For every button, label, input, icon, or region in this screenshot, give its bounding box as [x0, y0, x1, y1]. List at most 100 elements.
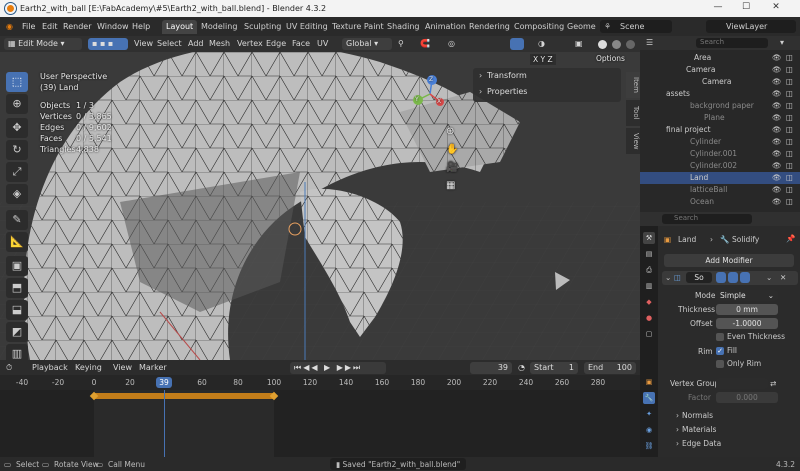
properties-search-input[interactable]: Search: [662, 214, 752, 224]
outliner-search-input[interactable]: Search: [696, 38, 768, 48]
gizmo-toggle-icon[interactable]: [510, 38, 524, 50]
frame-ruler[interactable]: -40-200204060801001201401601802002202402…: [0, 375, 640, 390]
cursor-tool[interactable]: ⊕: [6, 94, 28, 114]
modifier-panel-header[interactable]: ⌄ ◫ So ⌄ ✕: [662, 271, 798, 285]
render-camera-icon[interactable]: ◫: [786, 65, 793, 74]
outliner-row[interactable]: Ocean 👁 ◫: [640, 196, 800, 208]
close-button[interactable]: ✕: [768, 2, 784, 14]
visibility-eye-icon[interactable]: 👁: [772, 149, 782, 158]
visibility-eye-icon[interactable]: 👁: [772, 89, 782, 98]
menu-edit[interactable]: Edit: [42, 22, 58, 31]
view-layer-tab-icon[interactable]: ▥: [643, 280, 655, 292]
menu-file[interactable]: File: [22, 22, 35, 31]
menu-view[interactable]: View: [134, 39, 153, 48]
outliner-row[interactable]: latticeBall 👁 ◫: [640, 184, 800, 196]
outliner-row[interactable]: Cylinder.001 👁 ◫: [640, 148, 800, 160]
tab-uv-editing[interactable]: UV Editing: [282, 20, 332, 34]
tab-modeling[interactable]: Modeling: [197, 20, 241, 34]
pan-hand-icon[interactable]: ✋: [446, 144, 458, 155]
visibility-eye-icon[interactable]: 👁: [772, 185, 782, 194]
add-cube-tool[interactable]: ▣: [6, 256, 28, 276]
axis-toggle-xyz[interactable]: X Y Z: [530, 54, 556, 65]
collapse-chevron-icon[interactable]: ⌄: [665, 273, 671, 282]
pivot-icon[interactable]: ⚲: [398, 39, 404, 48]
normals-section[interactable]: Normals: [682, 411, 713, 420]
invert-vertex-group-icon[interactable]: ⇄: [770, 379, 776, 388]
menu-face[interactable]: Face: [292, 39, 310, 48]
render-camera-icon[interactable]: ◫: [786, 77, 793, 86]
world-tab-icon[interactable]: ●: [643, 312, 655, 324]
viewlayer-selector[interactable]: ViewLayer: [706, 20, 796, 33]
blender-menu-icon[interactable]: ◉: [6, 22, 13, 31]
only-rim-checkbox[interactable]: [716, 360, 724, 368]
object-tab-icon[interactable]: ▣: [643, 376, 655, 388]
3d-viewport[interactable]: User Perspective (39) Land Objects 1 / 3…: [0, 52, 640, 360]
menu-timeline-view[interactable]: View: [113, 363, 132, 372]
visibility-eye-icon[interactable]: 👁: [772, 77, 782, 86]
playhead-frame[interactable]: 39: [156, 377, 172, 388]
extrude-tool[interactable]: ⬒: [6, 278, 28, 298]
tab-texture-paint[interactable]: Texture Paint: [328, 20, 388, 34]
playback-controls[interactable]: ⏮◀◀ ▶ ▶▶⏭: [290, 362, 386, 374]
bevel-tool[interactable]: ◩: [6, 322, 28, 342]
outliner-row[interactable]: Cylinder 👁 ◫: [640, 136, 800, 148]
visibility-eye-icon[interactable]: 👁: [772, 125, 782, 134]
menu-add[interactable]: Add: [188, 39, 204, 48]
sidebar-tab-item[interactable]: Item: [626, 72, 640, 98]
scale-tool[interactable]: ⤢: [6, 162, 28, 182]
modifier-name-field[interactable]: So: [686, 272, 712, 283]
menu-uv[interactable]: UV: [317, 39, 328, 48]
tab-animation[interactable]: Animation: [421, 20, 470, 34]
loop-cut-tool[interactable]: ▥: [6, 344, 28, 360]
edge-data-section[interactable]: Edge Data: [682, 439, 721, 448]
inset-tool[interactable]: ⬓: [6, 300, 28, 320]
render-camera-icon[interactable]: ◫: [786, 137, 793, 146]
edit-mode-toggle-icon[interactable]: [716, 272, 726, 283]
clock-icon[interactable]: ◔: [518, 363, 525, 372]
tool-tab-icon[interactable]: ⚒: [643, 232, 655, 244]
render-camera-icon[interactable]: ◫: [786, 113, 793, 122]
visibility-eye-icon[interactable]: 👁: [772, 101, 782, 110]
render-camera-icon[interactable]: ◫: [786, 161, 793, 170]
select-box-tool[interactable]: ⬚: [6, 72, 28, 92]
filter-icon[interactable]: ▾: [780, 38, 784, 47]
tab-shading[interactable]: Shading: [383, 20, 424, 34]
orientation-selector[interactable]: Global ▾: [342, 38, 392, 50]
outliner-row[interactable]: backgrond paper 👁 ◫: [640, 100, 800, 112]
outliner-row[interactable]: Camera 👁 ◫: [640, 64, 800, 76]
annotate-tool[interactable]: ✎: [6, 210, 28, 230]
menu-help[interactable]: Help: [132, 22, 150, 31]
sidebar-tab-tool[interactable]: Tool: [626, 100, 640, 126]
select-mode-buttons[interactable]: ▪ ▪ ▪: [88, 38, 128, 50]
xray-icon[interactable]: ▣: [575, 39, 583, 48]
keyframe-summary-bar[interactable]: [94, 393, 274, 399]
menu-select[interactable]: Select: [157, 39, 182, 48]
menu-mesh[interactable]: Mesh: [209, 39, 230, 48]
visibility-eye-icon[interactable]: 👁: [772, 113, 782, 122]
outliner-row[interactable]: Plane 👁 ◫: [640, 112, 800, 124]
outliner-row[interactable]: Land 👁 ◫: [640, 172, 800, 184]
factor-field[interactable]: 0.000: [716, 392, 778, 403]
scene-selector[interactable]: ⚘ Scene: [600, 20, 672, 33]
transform-section[interactable]: Transform: [487, 71, 527, 80]
outliner-type-icon[interactable]: ☰: [646, 38, 653, 47]
render-shading-icon[interactable]: [626, 40, 635, 49]
visibility-eye-icon[interactable]: 👁: [772, 53, 782, 62]
mode-selector[interactable]: ▦ Edit Mode ▾: [4, 38, 82, 50]
zoom-icon[interactable]: ⊕: [446, 126, 454, 137]
mode-dropdown[interactable]: Simple ⌄: [716, 290, 778, 301]
visibility-eye-icon[interactable]: 👁: [772, 197, 782, 206]
modifier-menu-icon[interactable]: ⌄: [766, 273, 772, 282]
collection-tab-icon[interactable]: ▢: [643, 328, 655, 340]
menu-vertex[interactable]: Vertex: [237, 39, 263, 48]
menu-keying[interactable]: Keying: [75, 363, 102, 372]
render-camera-icon[interactable]: ◫: [786, 101, 793, 110]
tab-layout[interactable]: Layout: [162, 20, 198, 34]
transform-chevron-icon[interactable]: ›: [479, 71, 482, 80]
render-tab-icon[interactable]: ▤: [643, 248, 655, 260]
render-toggle-icon[interactable]: [740, 272, 750, 283]
physics-tab-icon[interactable]: ◉: [643, 424, 655, 436]
current-frame-field[interactable]: 39: [470, 362, 512, 374]
visibility-eye-icon[interactable]: 👁: [772, 137, 782, 146]
even-thickness-checkbox[interactable]: [716, 333, 724, 341]
